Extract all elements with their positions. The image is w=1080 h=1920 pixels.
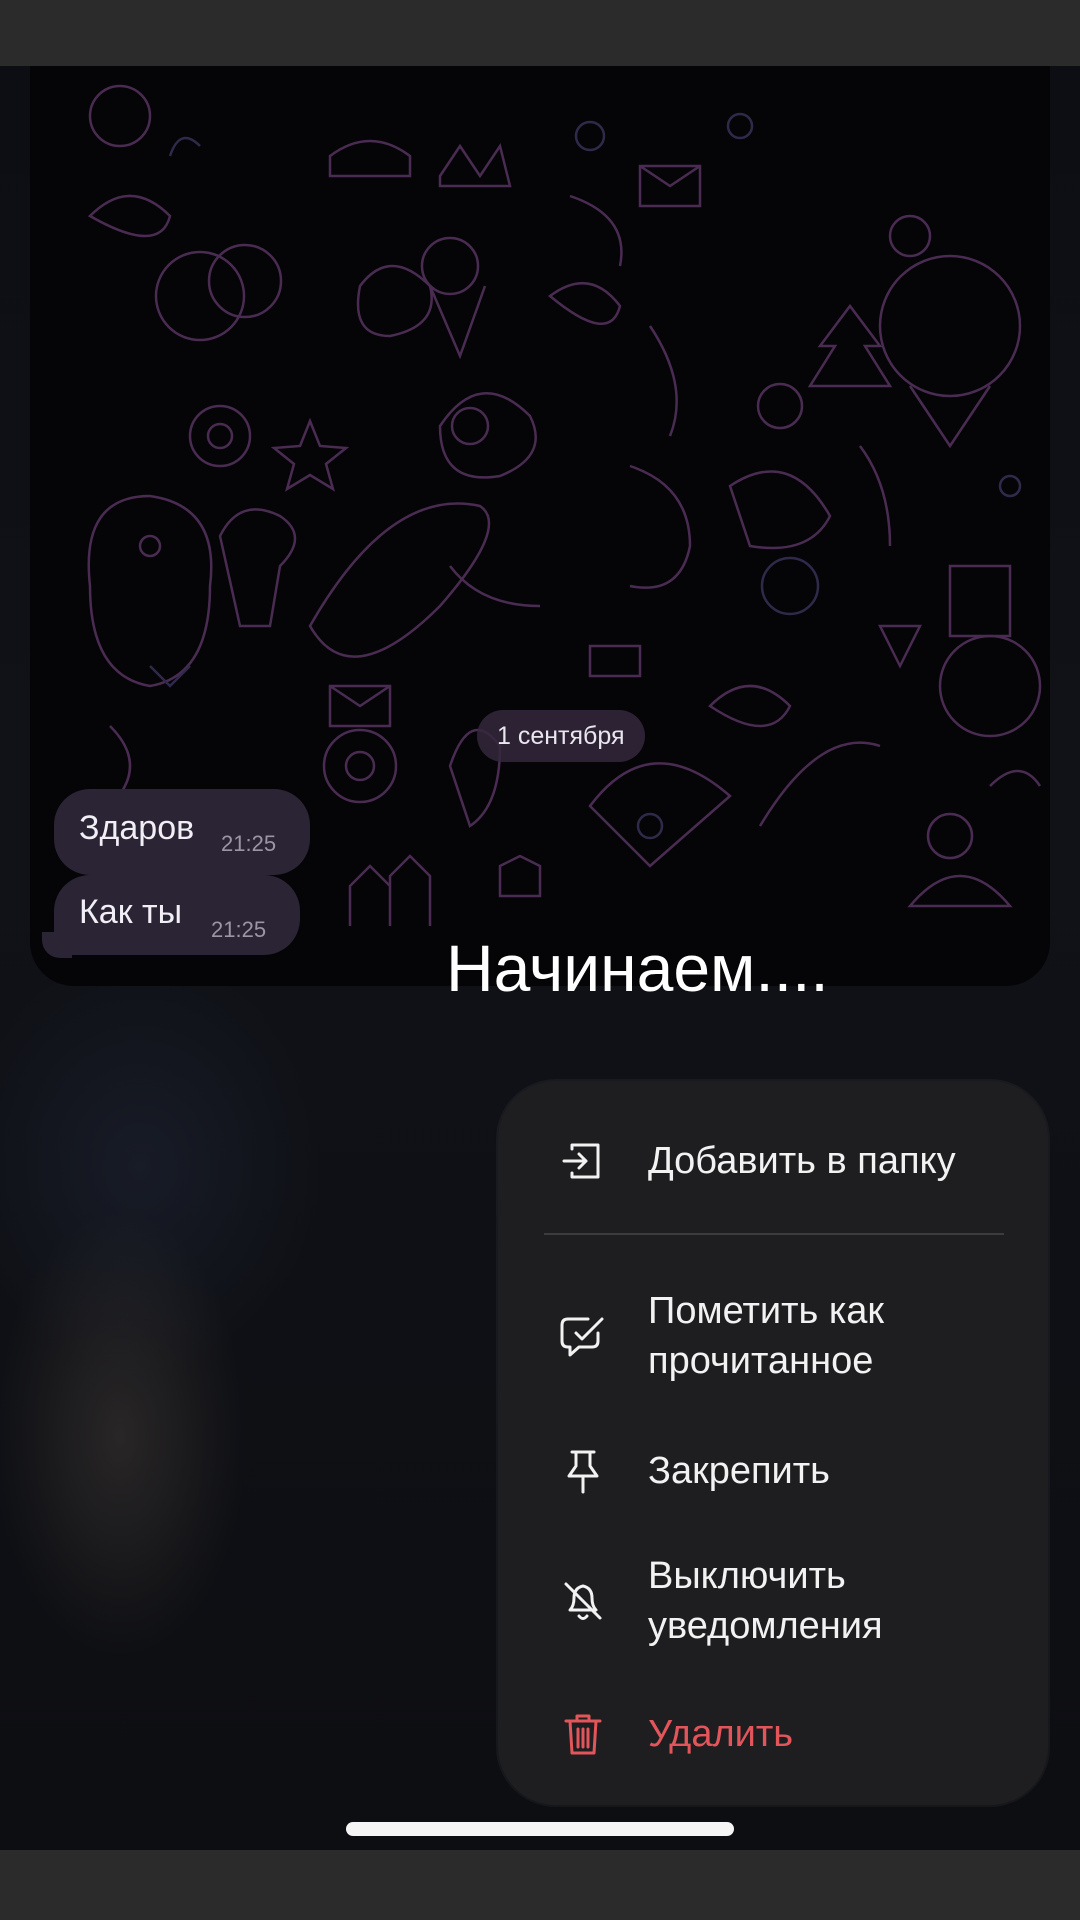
menu-item-label-line-1: Выключить: [648, 1555, 846, 1597]
menu-item-mute[interactable]: Выключить уведомления: [498, 1551, 1048, 1651]
bell-off-icon: [564, 1582, 602, 1620]
status-bar: [0, 0, 1080, 66]
menu-item-mark-as-read[interactable]: Пометить как прочитанное: [498, 1286, 1048, 1386]
menu-divider: [544, 1233, 1004, 1235]
menu-item-delete[interactable]: Удалить: [498, 1704, 1048, 1764]
chat-check-icon: [560, 1317, 604, 1357]
message-text: Здаров: [79, 809, 195, 847]
home-indicator[interactable]: [346, 1822, 734, 1836]
message-bubble[interactable]: Как ты 21:25: [54, 875, 300, 955]
message-text: Как ты: [79, 893, 183, 931]
menu-item-label-line-2: прочитанное: [648, 1340, 874, 1382]
message-bubble[interactable]: Здаров 21:25: [54, 789, 310, 875]
menu-item-label-line-1: Пометить как: [648, 1290, 885, 1332]
menu-item-add-to-folder[interactable]: Добавить в папку: [498, 1131, 1048, 1191]
context-menu: Добавить в папку Пометить как прочитанно…: [498, 1081, 1048, 1805]
message-time: 21:25: [211, 917, 267, 942]
menu-item-label: Удалить: [648, 1713, 794, 1755]
message-time: 21:25: [221, 831, 277, 856]
screen: 1 сентября Здаров 21:25 Как ты 21:25 Нач…: [0, 66, 1080, 1850]
overlay-caption: Начинаем....: [446, 931, 829, 1005]
menu-item-label: Добавить в папку: [648, 1140, 956, 1182]
menu-item-label-line-2: уведомления: [648, 1605, 883, 1647]
menu-item-label: Закрепить: [648, 1450, 830, 1492]
navigation-bar: [0, 1850, 1080, 1920]
menu-item-pin[interactable]: Закрепить: [498, 1441, 1048, 1501]
chat-preview[interactable]: 1 сентября Здаров 21:25 Как ты 21:25: [30, 66, 1050, 986]
folder-add-icon: [562, 1143, 600, 1179]
trash-icon: [564, 1714, 602, 1755]
pin-icon: [567, 1450, 599, 1494]
date-separator: 1 сентября: [477, 710, 645, 762]
